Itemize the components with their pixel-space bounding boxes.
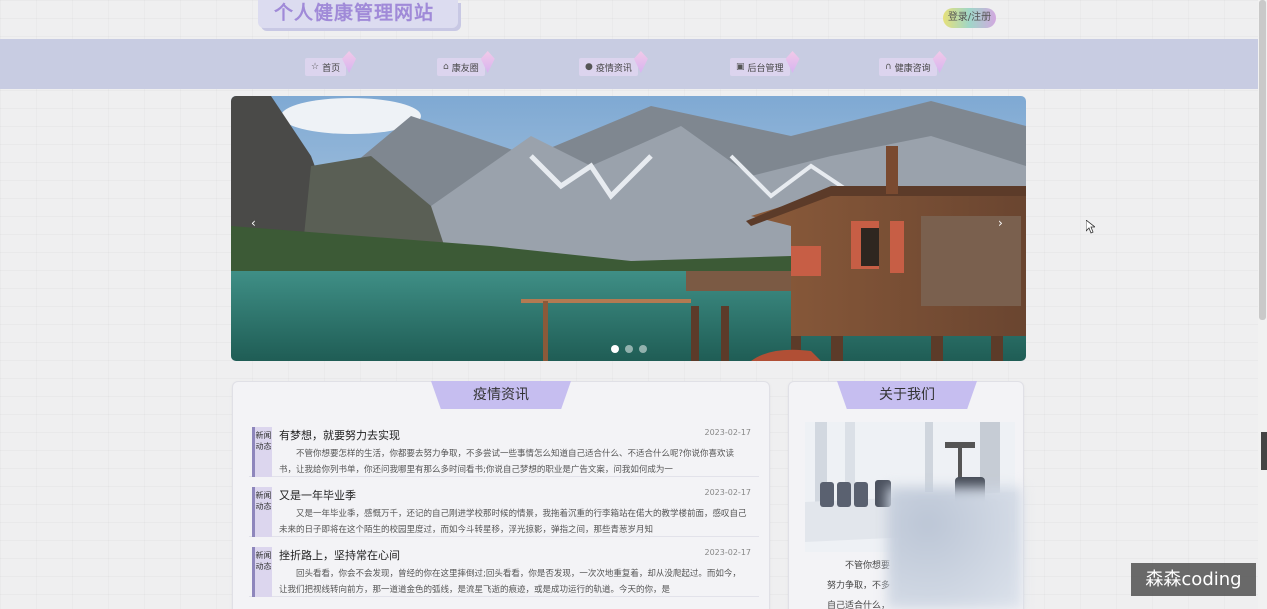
carousel-indicators [611,345,647,353]
heart-decoration [633,51,648,73]
login-register-button[interactable]: 登录/注册 [943,8,996,28]
home-icon: ⌂ [443,62,449,72]
news-title[interactable]: 有梦想，就要努力去实现 [279,427,400,443]
news-date: 2023-02-17 [704,488,752,497]
top-bar: 个人健康管理网站 登录/注册 [0,0,1258,39]
news-excerpt: 又是一年毕业季，感慨万千，还记的自己刚进学校那时候的情景，我拖着沉重的行李箱站在… [279,509,747,535]
news-item[interactable]: 新闻动态 有梦想，就要努力去实现 2023-02-17 不管你想要怎样的生活，你… [249,421,759,477]
blurred-overlay [887,487,1022,609]
news-panel-title: 疫情资讯 [431,381,571,409]
nav-item-epidemic-news[interactable]: ● 疫情资讯 [579,51,648,76]
carousel-dot-2[interactable] [625,345,633,353]
news-title[interactable]: 又是一年毕业季 [279,487,356,503]
info-icon: ● [585,62,593,72]
news-tag: 新闻动态 [252,427,272,477]
heart-decoration [480,51,495,73]
heart-decoration [932,51,947,73]
nav-item-label: 首页 [322,63,341,74]
news-tag: 新闻动态 [252,487,272,537]
site-logo-text: 个人健康管理网站 [274,2,435,24]
news-tag: 新闻动态 [252,547,272,597]
nav-item-home[interactable]: ☆ 首页 [305,51,357,76]
news-date: 2023-02-17 [704,548,752,557]
site-logo[interactable]: 个人健康管理网站 [258,0,458,28]
news-date: 2023-02-17 [704,428,752,437]
carousel-prev-button[interactable]: ‹ [251,216,256,230]
page-scrollbar-thumb[interactable] [1259,0,1266,320]
nav-item-label: 后台管理 [747,63,784,74]
nav-item-admin[interactable]: ▣ 后台管理 [730,51,800,76]
side-floating-tab[interactable] [1261,432,1267,470]
news-item[interactable]: 新闻动态 挫折路上，坚持常在心间 2023-02-17 回头看看，你会不会发现，… [249,541,759,597]
watermark: 森森coding [1131,563,1256,596]
heart-decoration [342,51,357,73]
mouse-cursor-icon [1086,220,1095,234]
banner-carousel[interactable]: ‹ › [231,96,1026,361]
nav-item-friends[interactable]: ⌂ 康友圈 [437,51,495,76]
headset-icon: ∩ [885,62,892,72]
carousel-dot-1[interactable] [611,345,619,353]
nav-item-label: 疫情资讯 [595,63,632,74]
news-item[interactable]: 新闻动态 又是一年毕业季 2023-02-17 又是一年毕业季，感慨万千，还记的… [249,481,759,537]
banner-image [231,96,1026,361]
news-excerpt: 回头看看，你会不会发现，曾经的你在这里摔倒过;回头看看，你是否发现，一次次地重复… [279,569,741,595]
news-excerpt: 不管你想要怎样的生活，你都要去努力争取，不多尝试一些事情怎么知道自己适合什么、不… [279,449,735,475]
briefcase-icon: ▣ [736,62,745,72]
star-icon: ☆ [311,62,320,72]
nav-item-label: 健康咨询 [894,63,931,74]
nav-item-label: 康友圈 [451,63,479,74]
main-nav: ☆ 首页 ⌂ 康友圈 ● 疫情资讯 ▣ 后台管理 ∩ 健康咨询 [0,39,1258,89]
nav-item-health-consult[interactable]: ∩ 健康咨询 [879,51,947,76]
heart-decoration [785,51,800,73]
about-panel-title: 关于我们 [837,381,977,409]
news-panel: 疫情资讯 新闻动态 有梦想，就要努力去实现 2023-02-17 不管你想要怎样… [232,381,770,609]
carousel-dot-3[interactable] [639,345,647,353]
news-title[interactable]: 挫折路上，坚持常在心间 [279,547,400,563]
carousel-next-button[interactable]: › [998,216,1003,230]
